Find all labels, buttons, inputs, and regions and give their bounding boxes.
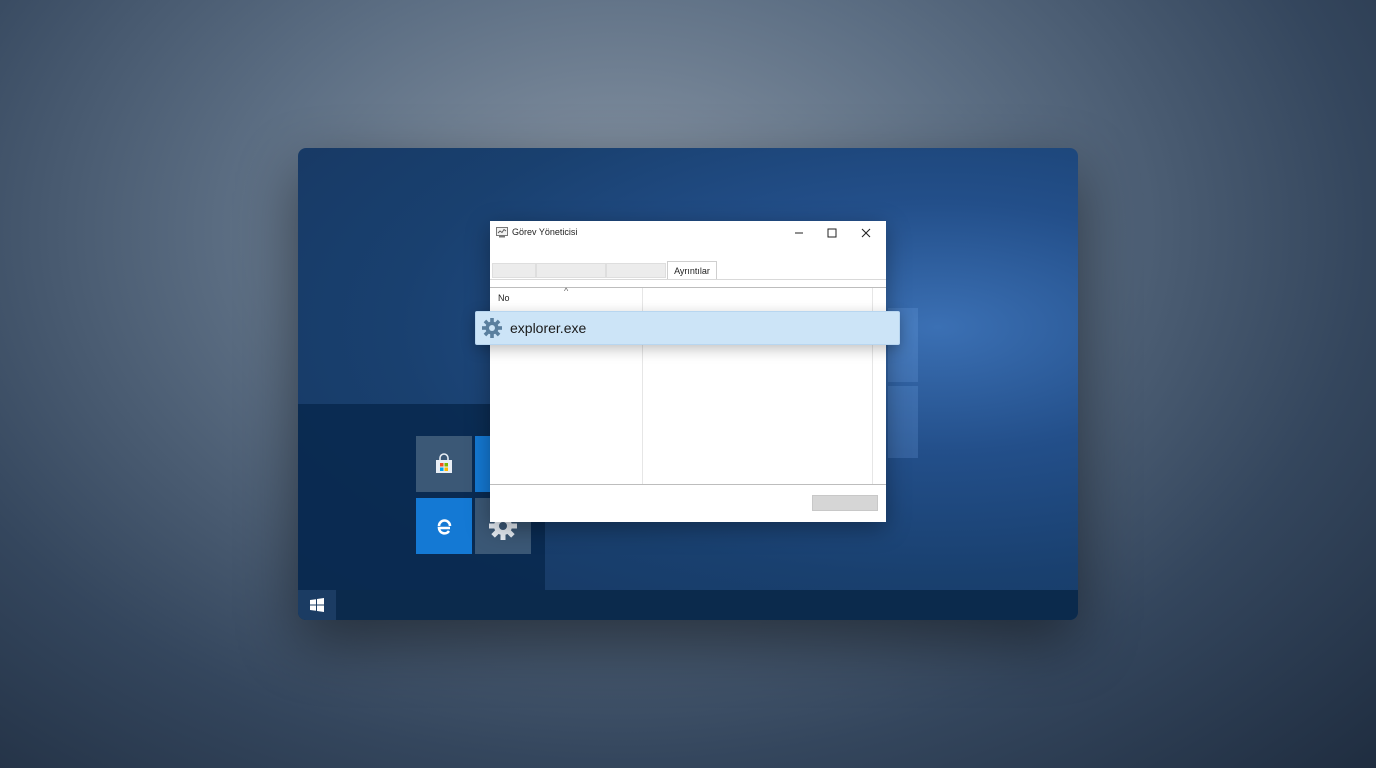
- close-icon: [861, 228, 871, 238]
- minimize-button[interactable]: [784, 223, 814, 243]
- blurred-background: Görev Yöneticisi Ayrıntılar No ^ explore…: [0, 0, 1376, 768]
- start-button[interactable]: [298, 590, 336, 620]
- title-bar[interactable]: Görev Yöneticisi: [490, 221, 886, 245]
- minimize-icon: [795, 232, 803, 234]
- maximize-button[interactable]: [817, 223, 847, 243]
- footer-divider: [490, 484, 886, 485]
- maximize-icon: [827, 228, 837, 238]
- window-title: Görev Yöneticisi: [512, 227, 578, 237]
- close-button[interactable]: [851, 223, 881, 243]
- desktop-screen: Görev Yöneticisi Ayrıntılar No ^: [298, 148, 1078, 620]
- tab-1[interactable]: [492, 263, 536, 278]
- taskbar: [298, 590, 1078, 620]
- store-tile[interactable]: [416, 436, 472, 492]
- task-manager-icon: [496, 227, 508, 238]
- windows-logo-icon: [310, 598, 324, 612]
- wallpaper-logo-pane: [888, 386, 918, 458]
- tab-strip: Ayrıntılar: [490, 259, 886, 280]
- edge-icon: [437, 519, 452, 535]
- store-icon: [436, 453, 452, 473]
- task-manager-window: Görev Yöneticisi Ayrıntılar No ^: [490, 221, 886, 522]
- column-header-name[interactable]: No: [498, 293, 510, 303]
- sort-ascending-icon: ^: [564, 286, 569, 296]
- process-name: explorer.exe: [510, 320, 587, 336]
- edge-tile[interactable]: [416, 498, 472, 554]
- tab-2[interactable]: [536, 263, 606, 278]
- tab-3[interactable]: [606, 263, 666, 278]
- tab-details[interactable]: Ayrıntılar: [667, 261, 717, 279]
- gear-icon: [482, 318, 502, 338]
- end-task-button[interactable]: [812, 495, 878, 511]
- process-row-explorer[interactable]: explorer.exe: [475, 311, 900, 345]
